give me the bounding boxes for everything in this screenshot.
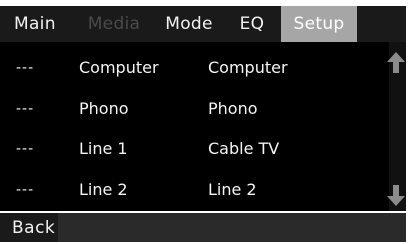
screen: Main Media Mode EQ Setup --- Computer Co… <box>0 0 414 242</box>
row-marker: --- <box>16 101 35 117</box>
bottom-strip <box>58 213 406 242</box>
row-input-name: Computer <box>79 58 159 77</box>
list-row[interactable]: --- Line 2 Line 2 <box>0 170 389 210</box>
row-input-name: Line 2 <box>79 180 128 199</box>
tab-mode[interactable]: Mode <box>160 6 218 42</box>
tab-main[interactable]: Main <box>6 6 64 42</box>
row-input-name: Line 1 <box>79 139 128 158</box>
row-marker: --- <box>16 141 35 157</box>
row-marker: --- <box>16 60 35 76</box>
row-input-label[interactable]: Computer <box>208 48 288 88</box>
row-input-label[interactable]: Cable TV <box>208 129 279 169</box>
tab-setup[interactable]: Setup <box>281 6 357 42</box>
row-marker: --- <box>16 182 35 198</box>
row-input-name: Phono <box>79 99 129 118</box>
tab-eq[interactable]: EQ <box>230 6 274 42</box>
back-button[interactable]: Back <box>0 213 58 242</box>
arrow-down-icon[interactable] <box>385 182 407 208</box>
arrow-up-icon[interactable] <box>385 50 407 76</box>
list-row[interactable]: --- Computer Computer <box>0 48 389 88</box>
row-input-label[interactable]: Line 2 <box>208 170 257 210</box>
row-input-label[interactable]: Phono <box>208 89 258 129</box>
list-row[interactable]: --- Line 1 Cable TV <box>0 129 389 169</box>
tab-bar: Main Media Mode EQ Setup <box>0 6 406 42</box>
list-row[interactable]: --- Phono Phono <box>0 89 389 129</box>
tab-media: Media <box>87 14 141 34</box>
